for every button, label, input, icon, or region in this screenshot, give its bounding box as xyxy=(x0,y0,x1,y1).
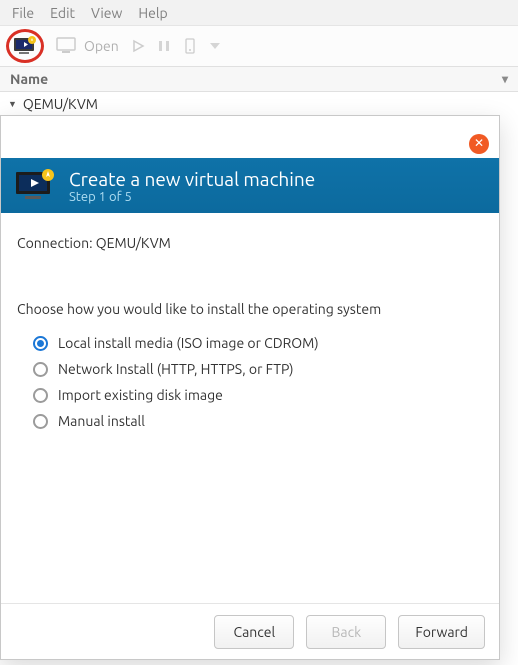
dialog-subtitle: Step 1 of 5 xyxy=(69,190,315,204)
choose-heading: Choose how you would like to install the… xyxy=(17,301,483,317)
menu-edit[interactable]: Edit xyxy=(42,1,83,25)
install-options: Local install media (ISO image or CDROM)… xyxy=(17,335,483,429)
cancel-button[interactable]: Cancel xyxy=(214,615,294,649)
list-header-label: Name xyxy=(10,71,48,87)
monitor-new-icon xyxy=(15,169,55,203)
open-button: Open xyxy=(56,37,119,55)
option-label: Import existing disk image xyxy=(58,387,223,403)
tree-toggle-icon[interactable]: ▼ xyxy=(8,99,17,109)
option-network-install[interactable]: Network Install (HTTP, HTTPS, or FTP) xyxy=(33,361,483,377)
connection-row[interactable]: ▼ QEMU/KVM xyxy=(0,92,518,116)
pause-icon xyxy=(157,39,171,53)
radio-icon xyxy=(33,336,48,351)
option-label: Local install media (ISO image or CDROM) xyxy=(58,335,319,351)
dialog-title: Create a new virtual machine xyxy=(69,168,315,190)
connection-label: QEMU/KVM xyxy=(23,96,98,112)
dialog-header: Create a new virtual machine Step 1 of 5 xyxy=(1,158,499,213)
radio-icon xyxy=(33,414,48,429)
connection-label: Connection: xyxy=(17,235,93,251)
play-icon xyxy=(131,39,145,53)
chevron-down-icon: ▾ xyxy=(502,72,508,86)
option-label: Network Install (HTTP, HTTPS, or FTP) xyxy=(58,361,294,377)
menu-view[interactable]: View xyxy=(83,1,130,25)
connection-value: QEMU/KVM xyxy=(96,235,171,251)
option-label: Manual install xyxy=(58,413,145,429)
play-button xyxy=(131,39,145,53)
shutdown-dropdown xyxy=(183,38,197,54)
option-manual-install[interactable]: Manual install xyxy=(33,413,483,429)
radio-icon xyxy=(33,362,48,377)
menubar: File Edit View Help xyxy=(0,0,518,26)
radio-icon xyxy=(33,388,48,403)
toolbar: Open xyxy=(0,26,518,66)
monitor-icon xyxy=(56,37,78,55)
menu-file[interactable]: File xyxy=(4,1,42,25)
dialog-body: Connection: QEMU/KVM Choose how you woul… xyxy=(1,213,499,603)
pause-button xyxy=(157,39,171,53)
new-vm-dialog: ✕ Create a new virtual machine Step 1 of… xyxy=(0,115,500,660)
option-import-disk[interactable]: Import existing disk image xyxy=(33,387,483,403)
menu-help[interactable]: Help xyxy=(130,1,175,25)
open-label: Open xyxy=(84,38,119,54)
dropdown-arrow xyxy=(209,42,221,50)
list-header[interactable]: Name ▾ xyxy=(0,66,518,92)
connection-line: Connection: QEMU/KVM xyxy=(17,235,483,251)
monitor-new-icon xyxy=(13,36,37,56)
close-button[interactable]: ✕ xyxy=(469,134,489,154)
back-button: Back xyxy=(306,615,386,649)
forward-button[interactable]: Forward xyxy=(398,615,485,649)
chevron-down-icon xyxy=(209,42,221,50)
device-icon xyxy=(183,38,197,54)
option-local-media[interactable]: Local install media (ISO image or CDROM) xyxy=(33,335,483,351)
new-vm-button[interactable] xyxy=(6,29,44,63)
close-icon: ✕ xyxy=(474,137,484,150)
dialog-footer: Cancel Back Forward xyxy=(1,603,499,659)
